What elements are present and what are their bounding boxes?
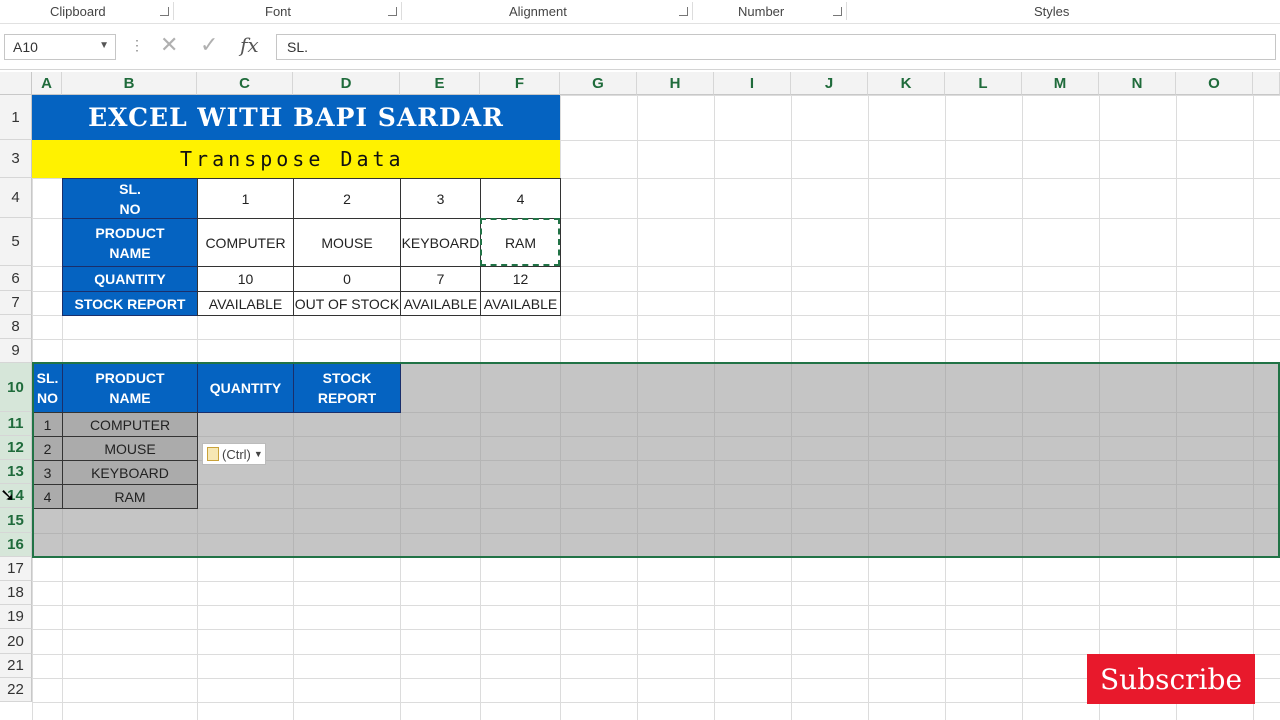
row-header-10[interactable]: 10: [0, 363, 32, 412]
gridline-horizontal: [32, 605, 1280, 606]
source-cell[interactable]: KEYBOARD: [400, 218, 481, 267]
source-cell[interactable]: 10: [197, 266, 294, 292]
ribbon-group-number: Number: [738, 4, 785, 19]
row-header-15[interactable]: 15: [0, 508, 32, 533]
row-header-9[interactable]: 9: [0, 339, 32, 363]
gridline-horizontal: [32, 581, 1280, 582]
source-cell[interactable]: 7: [400, 266, 481, 292]
formula-input-value: SL.: [287, 39, 309, 55]
row-header-6[interactable]: 6: [0, 266, 32, 291]
column-header-o[interactable]: O: [1176, 72, 1253, 95]
sheet-title: EXCEL WITH BAPI SARDAR: [32, 95, 560, 140]
paste-options-label: (Ctrl): [222, 446, 251, 462]
gridline-horizontal: [32, 339, 1280, 340]
row-header-12[interactable]: 12: [0, 436, 32, 460]
column-header-e[interactable]: E: [400, 72, 480, 95]
chevron-down-icon[interactable]: ▼: [99, 40, 109, 51]
row-header-16[interactable]: 16: [0, 533, 32, 557]
row-header-20[interactable]: 20: [0, 629, 32, 654]
row-header-17[interactable]: 17: [0, 557, 32, 581]
row-header-7[interactable]: 7: [0, 291, 32, 315]
row-header-8[interactable]: 8: [0, 315, 32, 339]
column-header-i[interactable]: I: [714, 72, 791, 95]
column-header-d[interactable]: D: [293, 72, 400, 95]
paste-options-button[interactable]: (Ctrl) ▼: [202, 443, 266, 465]
column-header-m[interactable]: M: [1022, 72, 1099, 95]
source-cell[interactable]: AVAILABLE: [400, 291, 481, 316]
subscribe-label: Subscribe: [1099, 662, 1243, 696]
insert-function-icon[interactable]: fx: [240, 33, 259, 57]
source-cell[interactable]: 2: [293, 178, 401, 219]
ribbon-group-labels: Clipboard Font Alignment Number Styles: [0, 0, 1280, 24]
source-row-header: STOCK REPORT: [62, 291, 198, 316]
mouse-cursor-icon: ➘: [0, 485, 16, 505]
formula-bar: A10 ▼ ⋮ ✕ ✓ fx SL.: [0, 24, 1280, 70]
source-cell[interactable]: AVAILABLE: [480, 291, 561, 316]
name-box-value: A10: [13, 39, 38, 55]
column-header-l[interactable]: L: [945, 72, 1022, 95]
number-launcher-icon[interactable]: [833, 7, 842, 16]
row-header-22[interactable]: 22: [0, 678, 32, 702]
source-cell[interactable]: 1: [197, 178, 294, 219]
ribbon-group-alignment: Alignment: [509, 4, 567, 19]
ribbon-group-font: Font: [265, 4, 292, 19]
font-launcher-icon[interactable]: [388, 7, 397, 16]
chevron-down-icon: ▼: [253, 449, 263, 459]
cancel-x-icon[interactable]: ✕: [160, 32, 178, 58]
source-cell[interactable]: 3: [400, 178, 481, 219]
enter-check-icon[interactable]: ✓: [200, 32, 218, 58]
row-header-13[interactable]: 13: [0, 460, 32, 484]
ribbon-separator: [692, 2, 693, 20]
column-header-a[interactable]: A: [32, 72, 62, 95]
sheet-subtitle: Transpose Data: [32, 140, 560, 178]
column-header-h[interactable]: H: [637, 72, 714, 95]
column-header-n[interactable]: N: [1099, 72, 1176, 95]
column-header-f[interactable]: F: [480, 72, 560, 95]
copy-marquee: [480, 218, 560, 266]
column-header-k[interactable]: K: [868, 72, 945, 95]
source-cell[interactable]: COMPUTER: [197, 218, 294, 267]
row-header-1[interactable]: 1: [0, 95, 32, 140]
subscribe-button[interactable]: Subscribe: [1087, 654, 1255, 704]
ribbon-separator: [173, 2, 174, 20]
ribbon-separator: [846, 2, 847, 20]
formula-input[interactable]: SL.: [276, 34, 1276, 60]
source-cell[interactable]: 12: [480, 266, 561, 292]
more-options-icon[interactable]: ⋮: [130, 37, 144, 54]
row-header-4[interactable]: 4: [0, 178, 32, 218]
gridline-horizontal: [32, 629, 1280, 630]
column-header-partial[interactable]: [1253, 72, 1280, 95]
ribbon-group-styles: Styles: [1034, 4, 1070, 19]
name-box[interactable]: A10 ▼: [4, 34, 116, 60]
ribbon-group-clipboard: Clipboard: [50, 4, 106, 19]
clipboard-launcher-icon[interactable]: [160, 7, 169, 16]
column-header-b[interactable]: B: [62, 72, 197, 95]
row-header-18[interactable]: 18: [0, 581, 32, 605]
source-cell[interactable]: MOUSE: [293, 218, 401, 267]
source-row-header: QUANTITY: [62, 266, 198, 292]
column-header-g[interactable]: G: [560, 72, 637, 95]
source-row-header: PRODUCT NAME: [62, 218, 198, 267]
select-all-button[interactable]: [0, 72, 32, 95]
row-header-5[interactable]: 5: [0, 218, 32, 266]
row-header-3[interactable]: 3: [0, 140, 32, 178]
source-cell[interactable]: OUT OF STOCK: [293, 291, 401, 316]
clipboard-icon: [207, 447, 219, 461]
column-header-c[interactable]: C: [197, 72, 293, 95]
column-header-j[interactable]: J: [791, 72, 868, 95]
source-cell[interactable]: 0: [293, 266, 401, 292]
worksheet-grid[interactable]: A B C D E F G H I J K L M N O 1 3 4 5 6 7 8 9 10 11 12 13 14 15 16 17 1…: [0, 72, 1280, 720]
source-row-header: SL. NO: [62, 178, 198, 219]
source-cell[interactable]: AVAILABLE: [197, 291, 294, 316]
ribbon-separator: [401, 2, 402, 20]
alignment-launcher-icon[interactable]: [679, 7, 688, 16]
source-cell[interactable]: 4: [480, 178, 561, 219]
row-header-21[interactable]: 21: [0, 654, 32, 678]
row-header-19[interactable]: 19: [0, 605, 32, 629]
row-header-11[interactable]: 11: [0, 412, 32, 436]
